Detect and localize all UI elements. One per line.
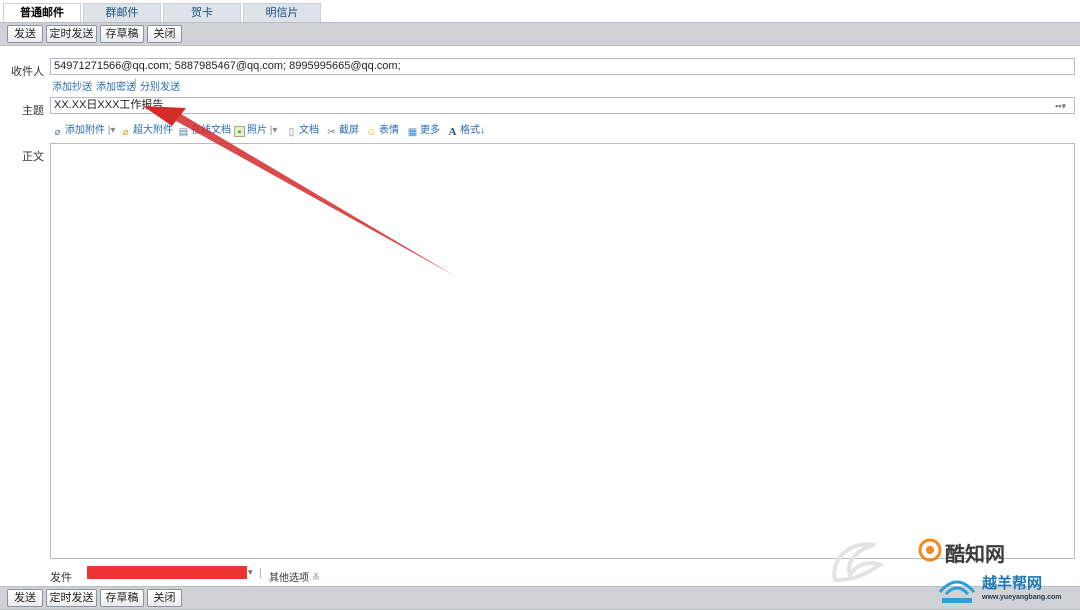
annotation-arrow — [176, 114, 455, 276]
watermark-yueyangbang: 越羊帮网 www.yueyangbang.com — [934, 570, 1078, 606]
kuzhi-logo-icon — [918, 538, 942, 562]
yueyangbang-brand-text: 越羊帮网 — [982, 575, 1043, 592]
yueyangbang-url-text: www.yueyangbang.com — [982, 594, 1062, 601]
watermark-kuzhi: 酷知网 — [918, 538, 1058, 566]
watermark-swirl-logo — [832, 542, 885, 583]
yueyangbang-logo-icon — [938, 580, 976, 603]
annotation-arrow-overlay — [143, 106, 455, 276]
kuzhi-brand-text: 酷知网 — [945, 542, 1005, 566]
annotation-arrowhead — [143, 106, 186, 126]
